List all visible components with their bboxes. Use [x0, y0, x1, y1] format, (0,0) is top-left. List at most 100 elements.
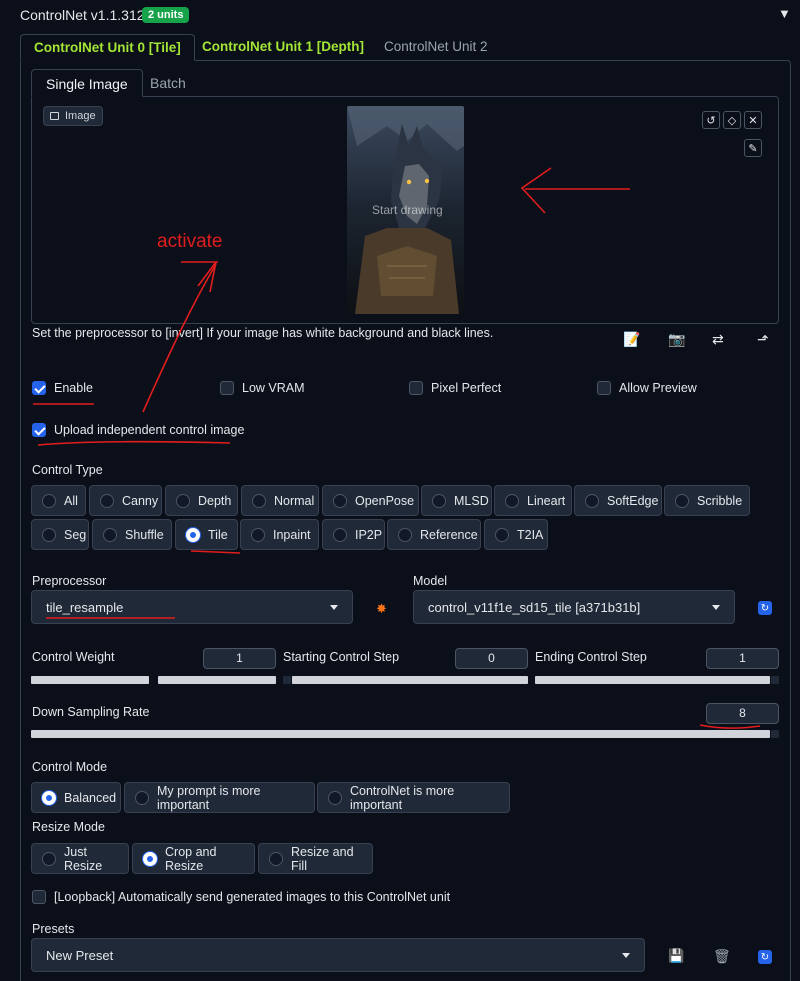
preprocessor-dropdown[interactable]: tile_resample [31, 590, 353, 624]
option-label: ControlNet is more important [350, 783, 455, 812]
control-type-tile[interactable]: Tile [175, 519, 238, 550]
enable-label: Enable [54, 381, 93, 395]
control-type-reference[interactable]: Reference [387, 519, 481, 550]
collapse-icon[interactable]: ▼ [778, 6, 791, 21]
control-weight-input[interactable]: 1 [203, 648, 276, 669]
radio-dot [135, 790, 149, 805]
resize-mode-just-resize[interactable]: Just Resize [31, 843, 129, 874]
delete-preset-icon[interactable]: 🗑 [713, 948, 731, 965]
starting-step-slider[interactable] [292, 676, 528, 684]
enable-checkbox[interactable]: Enable [32, 381, 93, 395]
control-weight-slider[interactable] [158, 676, 276, 684]
control-weight-track-left[interactable] [31, 676, 149, 684]
allow-preview-label: Allow Preview [619, 381, 697, 395]
ending-step-label: Ending Control Step [535, 650, 647, 664]
down-sampling-slider[interactable] [31, 730, 770, 738]
start-drawing-text: Start drawing [372, 203, 443, 217]
radio-dot [176, 493, 190, 508]
control-type-depth[interactable]: Depth [165, 485, 238, 516]
radio-dot-selected [42, 790, 56, 805]
control-type-lineart[interactable]: Lineart [494, 485, 572, 516]
control-mode-balanced[interactable]: Balanced [31, 782, 121, 813]
option-label: Seg [64, 527, 87, 542]
preprocessor-label: Preprocessor [32, 574, 107, 588]
control-type-mlsd[interactable]: MLSD [421, 485, 492, 516]
control-type-scribble[interactable]: Scribble [664, 485, 750, 516]
radio-dot [42, 527, 56, 542]
radio-dot [42, 493, 56, 508]
camera-icon[interactable]: 📷 [668, 331, 685, 348]
upload-independent-checkbox[interactable]: Upload independent control image [32, 423, 244, 437]
send-dimensions-icon[interactable]: ⬏ [757, 331, 769, 348]
radio-dot-selected [143, 851, 157, 866]
down-sampling-label: Down Sampling Rate [32, 705, 150, 719]
presets-value: New Preset [46, 947, 114, 963]
accordion-title[interactable]: ControlNet v1.1.312 [20, 7, 145, 23]
control-type-openpose[interactable]: OpenPose [322, 485, 419, 516]
ending-step-rest [771, 676, 779, 684]
control-type-inpaint[interactable]: Inpaint [240, 519, 319, 550]
control-type-normal[interactable]: Normal [241, 485, 319, 516]
control-type-t2ia[interactable]: T2IA [484, 519, 548, 550]
control-type-seg[interactable]: Seg [31, 519, 89, 550]
option-label: Reference [420, 527, 478, 542]
loopback-checkbox[interactable]: [Loopback] Automatically send generated … [32, 890, 450, 904]
option-label: Normal [274, 493, 315, 508]
option-label: Lineart [527, 493, 566, 508]
control-mode-controlnet[interactable]: ControlNet is more important [317, 782, 510, 813]
enable-check[interactable] [32, 381, 46, 395]
presets-dropdown[interactable]: New Preset [31, 938, 645, 972]
tab-single-image[interactable]: Single Image [31, 69, 143, 97]
resize-mode-crop-resize[interactable]: Crop and Resize [132, 843, 255, 874]
resize-mode-resize-fill[interactable]: Resize and Fill [258, 843, 373, 874]
option-label: Scribble [697, 493, 743, 508]
tab-unit-1[interactable]: ControlNet Unit 1 [Depth] [189, 34, 377, 61]
refresh-models-icon[interactable]: ↻ [758, 601, 772, 615]
option-label: OpenPose [355, 493, 415, 508]
model-dropdown[interactable]: control_v11f1e_sd15_tile [a371b31b] [413, 590, 735, 624]
pixel-perfect-checkbox[interactable]: Pixel Perfect [409, 381, 501, 395]
ending-step-input[interactable]: 1 [706, 648, 779, 669]
control-type-softedge[interactable]: SoftEdge [574, 485, 662, 516]
upload-independent-label: Upload independent control image [54, 423, 245, 437]
low-vram-label: Low VRAM [242, 381, 305, 395]
swap-icon[interactable]: ⇄ [712, 331, 724, 348]
tab-batch[interactable]: Batch [136, 69, 200, 97]
chevron-down-icon [712, 604, 720, 610]
low-vram-check[interactable] [220, 381, 234, 395]
allow-preview-check[interactable] [597, 381, 611, 395]
low-vram-checkbox[interactable]: Low VRAM [220, 381, 305, 395]
radio-dot [100, 493, 114, 508]
option-label: IP2P [355, 527, 383, 542]
control-type-shuffle[interactable]: Shuffle [92, 519, 172, 550]
option-label: Inpaint [273, 527, 311, 542]
undo-icon[interactable]: ↺ [702, 111, 720, 129]
radio-dot [269, 851, 283, 866]
tab-unit-0[interactable]: ControlNet Unit 0 [Tile] [20, 34, 195, 61]
refresh-presets-icon[interactable]: ↻ [758, 950, 772, 964]
model-value: control_v11f1e_sd15_tile [a371b31b] [428, 599, 641, 615]
close-icon[interactable]: ✕ [744, 111, 762, 129]
tab-unit-2[interactable]: ControlNet Unit 2 [371, 34, 501, 61]
pixel-perfect-check[interactable] [409, 381, 423, 395]
upload-independent-check[interactable] [32, 423, 46, 437]
run-preprocessor-icon[interactable]: ✸ [376, 601, 387, 617]
starting-step-input[interactable]: 0 [455, 648, 528, 669]
loopback-check[interactable] [32, 890, 46, 904]
pen-icon[interactable]: ✎ [744, 139, 762, 157]
control-type-label: Control Type [32, 463, 103, 477]
eraser-icon[interactable]: ◇ [723, 111, 741, 129]
radio-dot [333, 527, 347, 542]
control-type-ip2p[interactable]: IP2P [322, 519, 385, 550]
new-canvas-icon[interactable]: 📝 [623, 331, 640, 348]
chevron-down-icon [622, 952, 630, 958]
control-type-canny[interactable]: Canny [89, 485, 162, 516]
save-preset-icon[interactable]: 💾 [668, 948, 684, 964]
option-label: All [64, 493, 78, 508]
ending-step-slider[interactable] [535, 676, 770, 684]
allow-preview-checkbox[interactable]: Allow Preview [597, 381, 697, 395]
control-mode-prompt[interactable]: My prompt is more important [124, 782, 315, 813]
down-sampling-input[interactable]: 8 [706, 703, 779, 724]
control-type-all[interactable]: All [31, 485, 86, 516]
option-label: Shuffle [125, 527, 164, 542]
